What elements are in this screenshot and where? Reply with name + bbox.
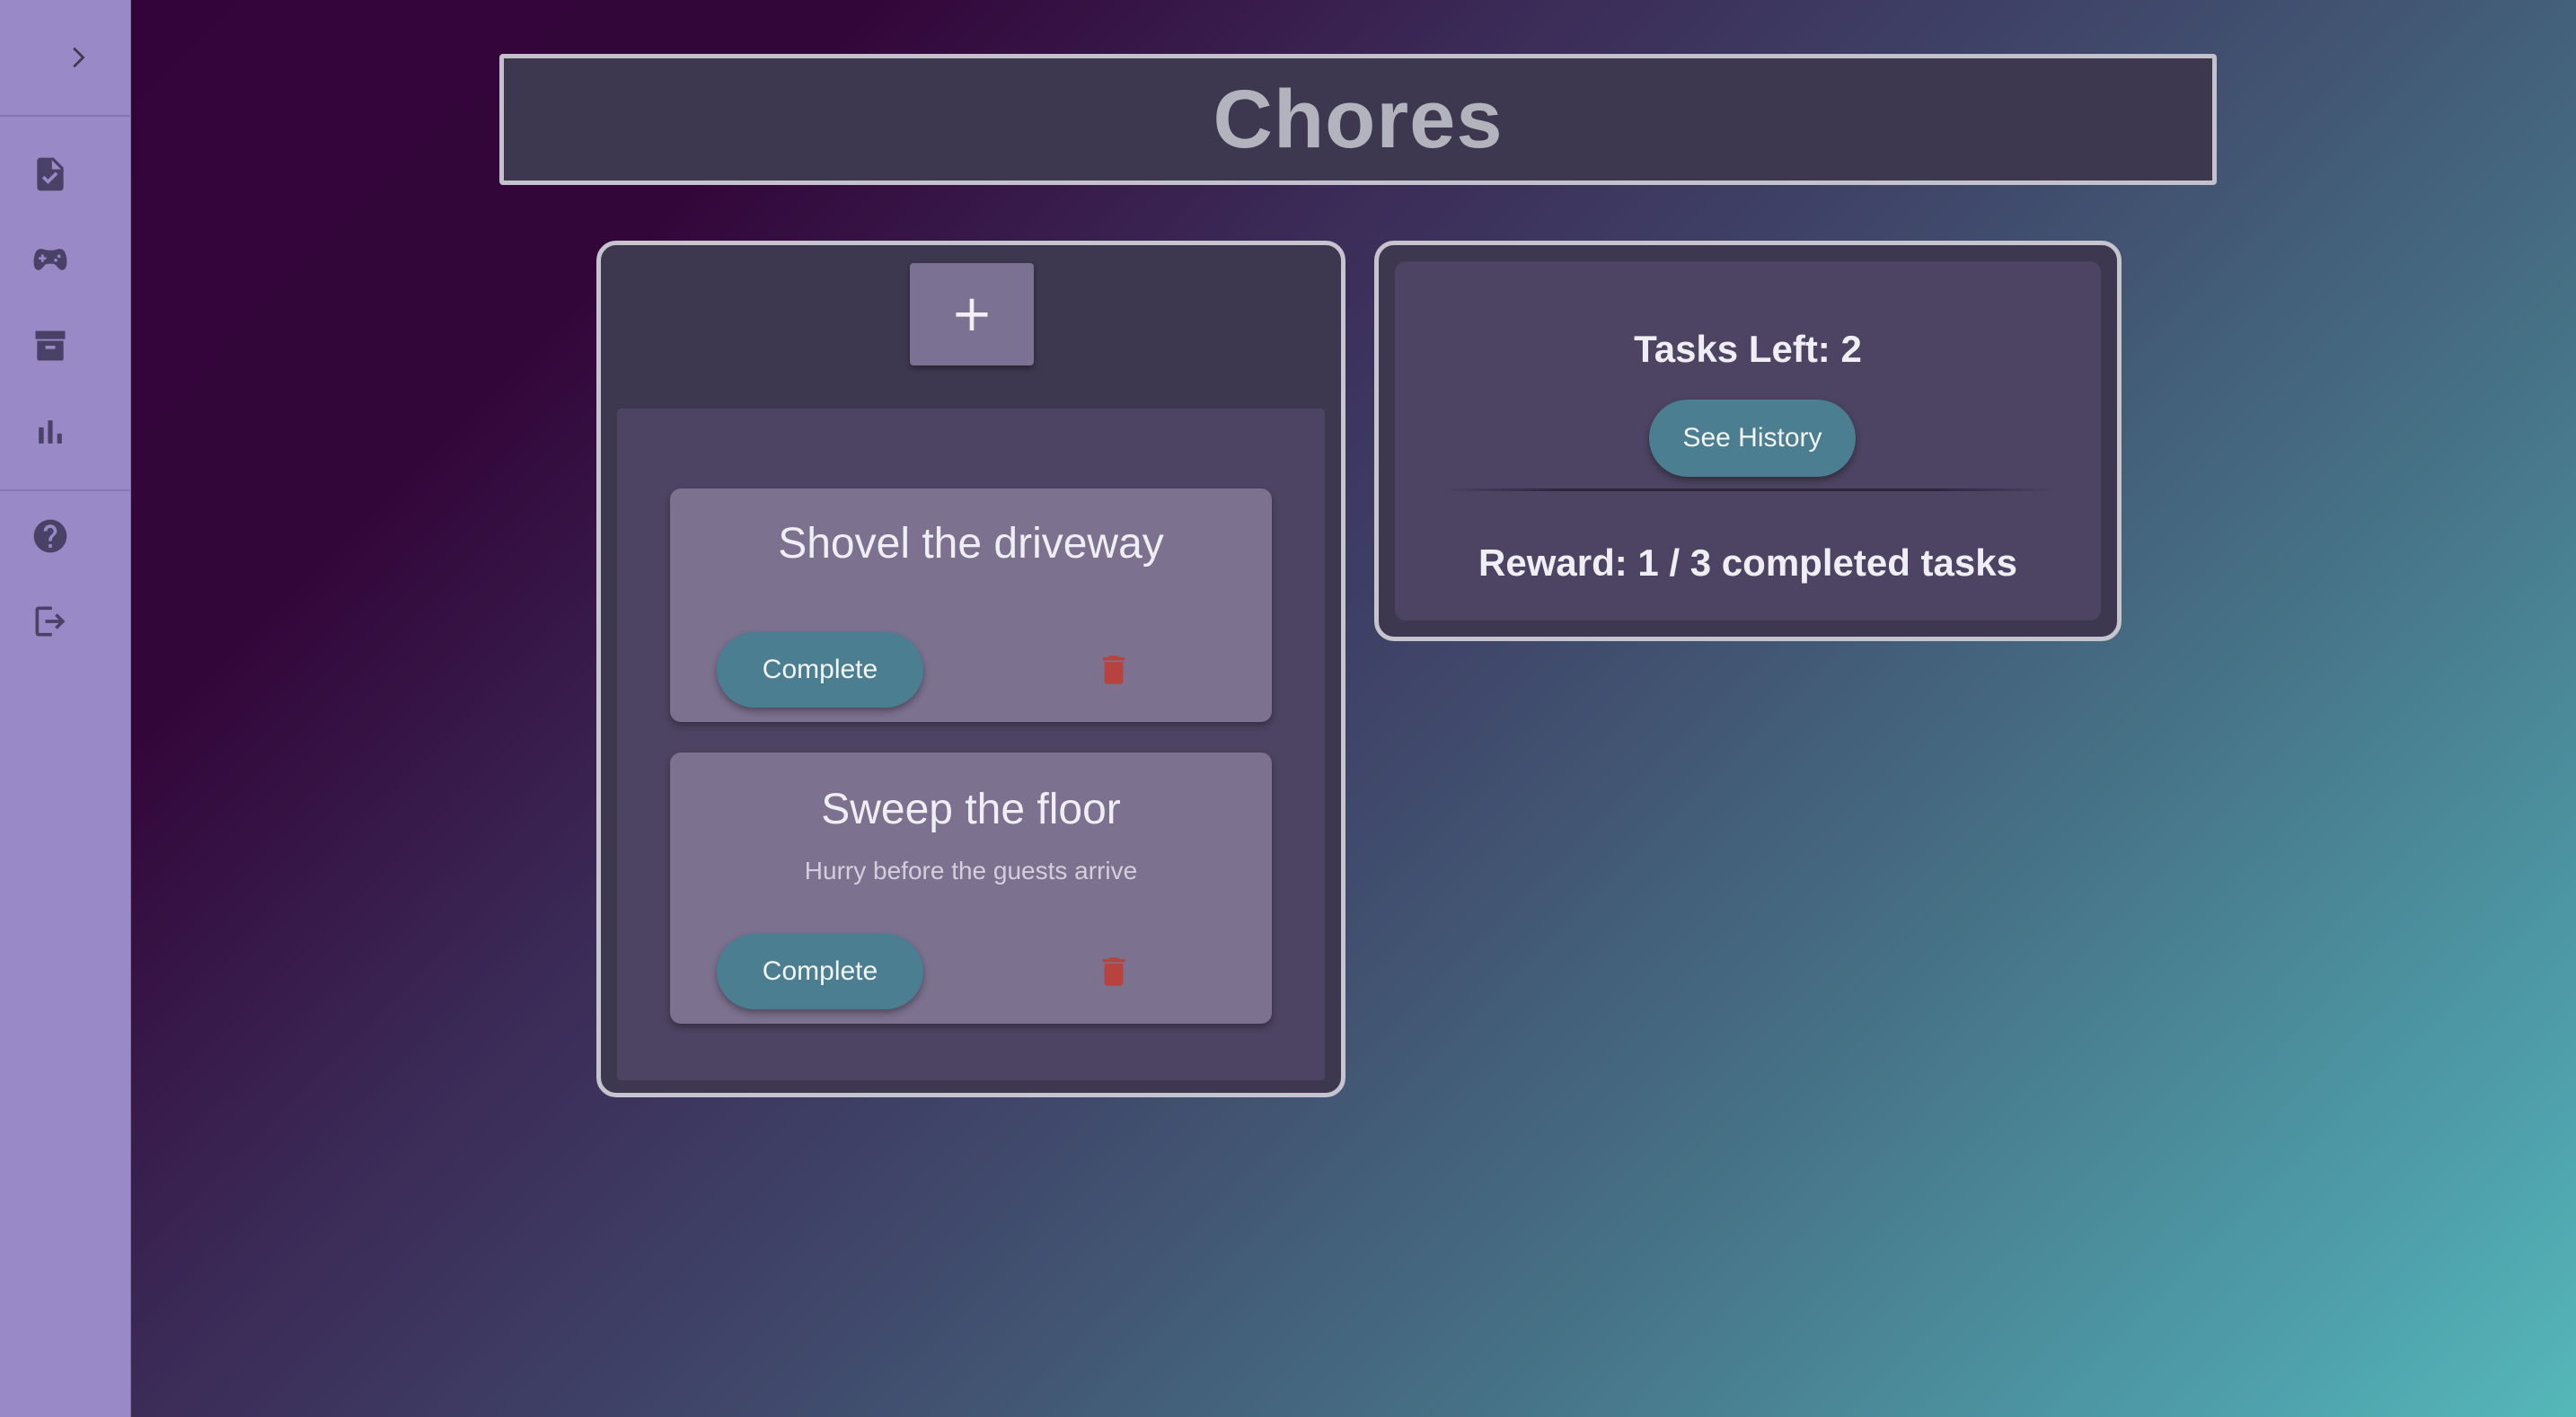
sidebar: [0, 0, 131, 1417]
trash-icon[interactable]: [1085, 641, 1142, 699]
reward-progress: Reward: 1 / 3 completed tasks: [1478, 541, 2017, 584]
add-task-button[interactable]: +: [910, 263, 1034, 365]
task-title: Shovel the driveway: [778, 520, 1164, 568]
sidebar-divider: [0, 115, 131, 117]
task-description: Hurry before the guests arrive: [804, 857, 1138, 885]
page-title: Chores: [1213, 73, 1504, 165]
complete-button[interactable]: Complete: [717, 934, 923, 1009]
sidebar-divider: [0, 489, 131, 491]
logout-icon[interactable]: [27, 598, 74, 645]
trash-icon[interactable]: [1085, 943, 1142, 1000]
task-card: Shovel the driveway Complete: [670, 488, 1272, 722]
stats-panel: Tasks Left: 2 See History Reward: 1 / 3 …: [1374, 241, 2122, 641]
bar-chart-icon[interactable]: [27, 409, 74, 455]
stats-divider: [1440, 488, 2056, 491]
help-icon[interactable]: [27, 513, 74, 559]
chevron-right-icon[interactable]: [59, 40, 95, 75]
complete-button[interactable]: Complete: [717, 632, 923, 708]
see-history-button[interactable]: See History: [1649, 400, 1856, 477]
stats-card: Tasks Left: 2 See History Reward: 1 / 3 …: [1395, 261, 2101, 620]
title-banner: Chores: [499, 54, 2217, 185]
tasks-left-count: Tasks Left: 2: [1634, 328, 1862, 370]
task-document-icon[interactable]: [27, 151, 74, 198]
task-card: Sweep the floor Hurry before the guests …: [670, 753, 1272, 1024]
archive-icon[interactable]: [27, 322, 74, 369]
gamepad-icon[interactable]: [27, 236, 74, 283]
task-title: Sweep the floor: [821, 786, 1121, 833]
